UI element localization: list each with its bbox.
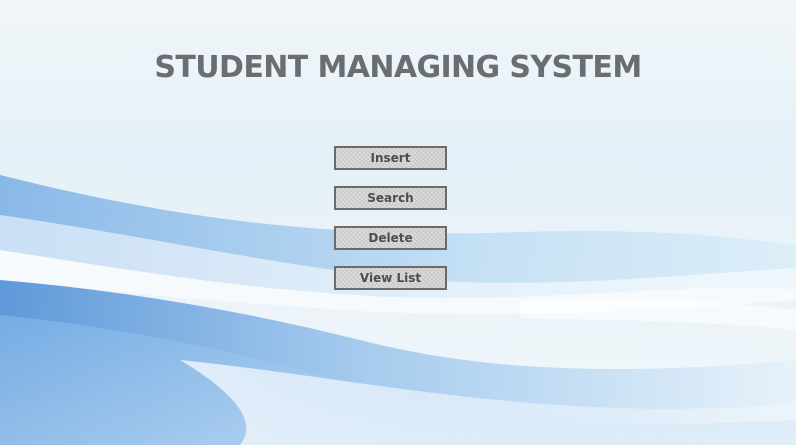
delete-button[interactable]: Delete xyxy=(334,226,447,250)
page-title: STUDENT MANAGING SYSTEM xyxy=(154,50,642,85)
main-menu: Insert Search Delete View List xyxy=(334,146,447,306)
insert-button[interactable]: Insert xyxy=(334,146,447,170)
view-list-button[interactable]: View List xyxy=(334,266,447,290)
search-button[interactable]: Search xyxy=(334,186,447,210)
